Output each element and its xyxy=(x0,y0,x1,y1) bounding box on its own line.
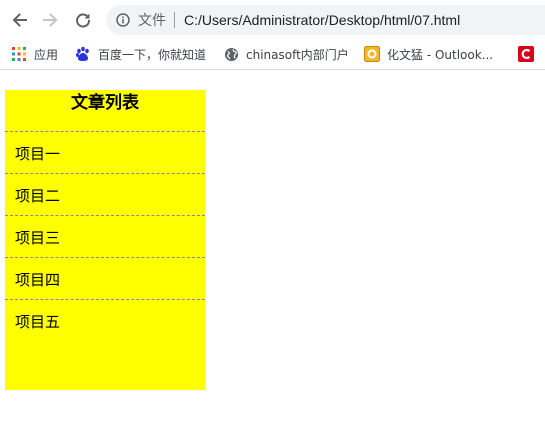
reload-icon xyxy=(76,13,91,28)
bookmark-label: chinasoft内部门户 xyxy=(246,47,349,62)
browser-toolbar: 文件 C:/Users/Administrator/Desktop/html/0… xyxy=(0,0,545,40)
address-bar[interactable]: 文件 C:/Users/Administrator/Desktop/html/0… xyxy=(106,5,545,35)
globe-icon xyxy=(223,46,239,62)
bookmark-label: 化文猛 - Outlook... xyxy=(387,47,494,62)
red-c-icon xyxy=(518,46,534,62)
omnibox-divider xyxy=(174,12,175,28)
page-viewport: 文章列表 项目一 项目二 项目三 项目四 项目五 xyxy=(0,70,545,438)
browser-chrome: 文件 C:/Users/Administrator/Desktop/html/0… xyxy=(0,0,545,70)
list-item[interactable]: 项目四 xyxy=(5,258,205,300)
bookmark-chinasoft[interactable]: chinasoft内部门户 xyxy=(223,45,349,63)
arrow-left-icon xyxy=(12,13,27,27)
apps-grid-icon xyxy=(11,46,27,62)
bookmark-label: 应用 xyxy=(34,47,59,62)
article-list-box: 文章列表 项目一 项目二 项目三 项目四 项目五 xyxy=(5,90,205,390)
article-list-title: 文章列表 xyxy=(5,90,205,132)
arrow-right-icon xyxy=(43,13,58,27)
back-button[interactable] xyxy=(7,8,31,32)
bookmark-outlook[interactable]: 化文猛 - Outlook... xyxy=(364,45,493,63)
scheme-label: 文件 xyxy=(138,13,166,29)
reload-button[interactable] xyxy=(71,8,95,32)
list-item[interactable]: 项目五 xyxy=(5,300,205,341)
bookmark-baidu[interactable]: 百度一下，你就知道 xyxy=(75,45,206,63)
bookmark-label: 百度一下，你就知道 xyxy=(98,47,207,62)
outlook-icon xyxy=(364,46,380,62)
list-item[interactable]: 项目一 xyxy=(5,132,205,174)
list-item[interactable]: 项目三 xyxy=(5,216,205,258)
bookmark-c[interactable] xyxy=(518,45,541,63)
bookmark-apps[interactable]: 应用 xyxy=(11,45,58,63)
url-text[interactable]: C:/Users/Administrator/Desktop/html/07.h… xyxy=(184,12,460,28)
list-item[interactable]: 项目二 xyxy=(5,174,205,216)
baidu-paw-icon xyxy=(75,46,91,62)
info-icon[interactable] xyxy=(116,13,130,27)
article-list: 项目一 项目二 项目三 项目四 项目五 xyxy=(5,132,205,341)
bookmarks-bar: 应用 百度一下，你就知道 chinasoft内部门户 化文猛 - Outlook… xyxy=(0,40,545,68)
forward-button[interactable] xyxy=(39,8,63,32)
